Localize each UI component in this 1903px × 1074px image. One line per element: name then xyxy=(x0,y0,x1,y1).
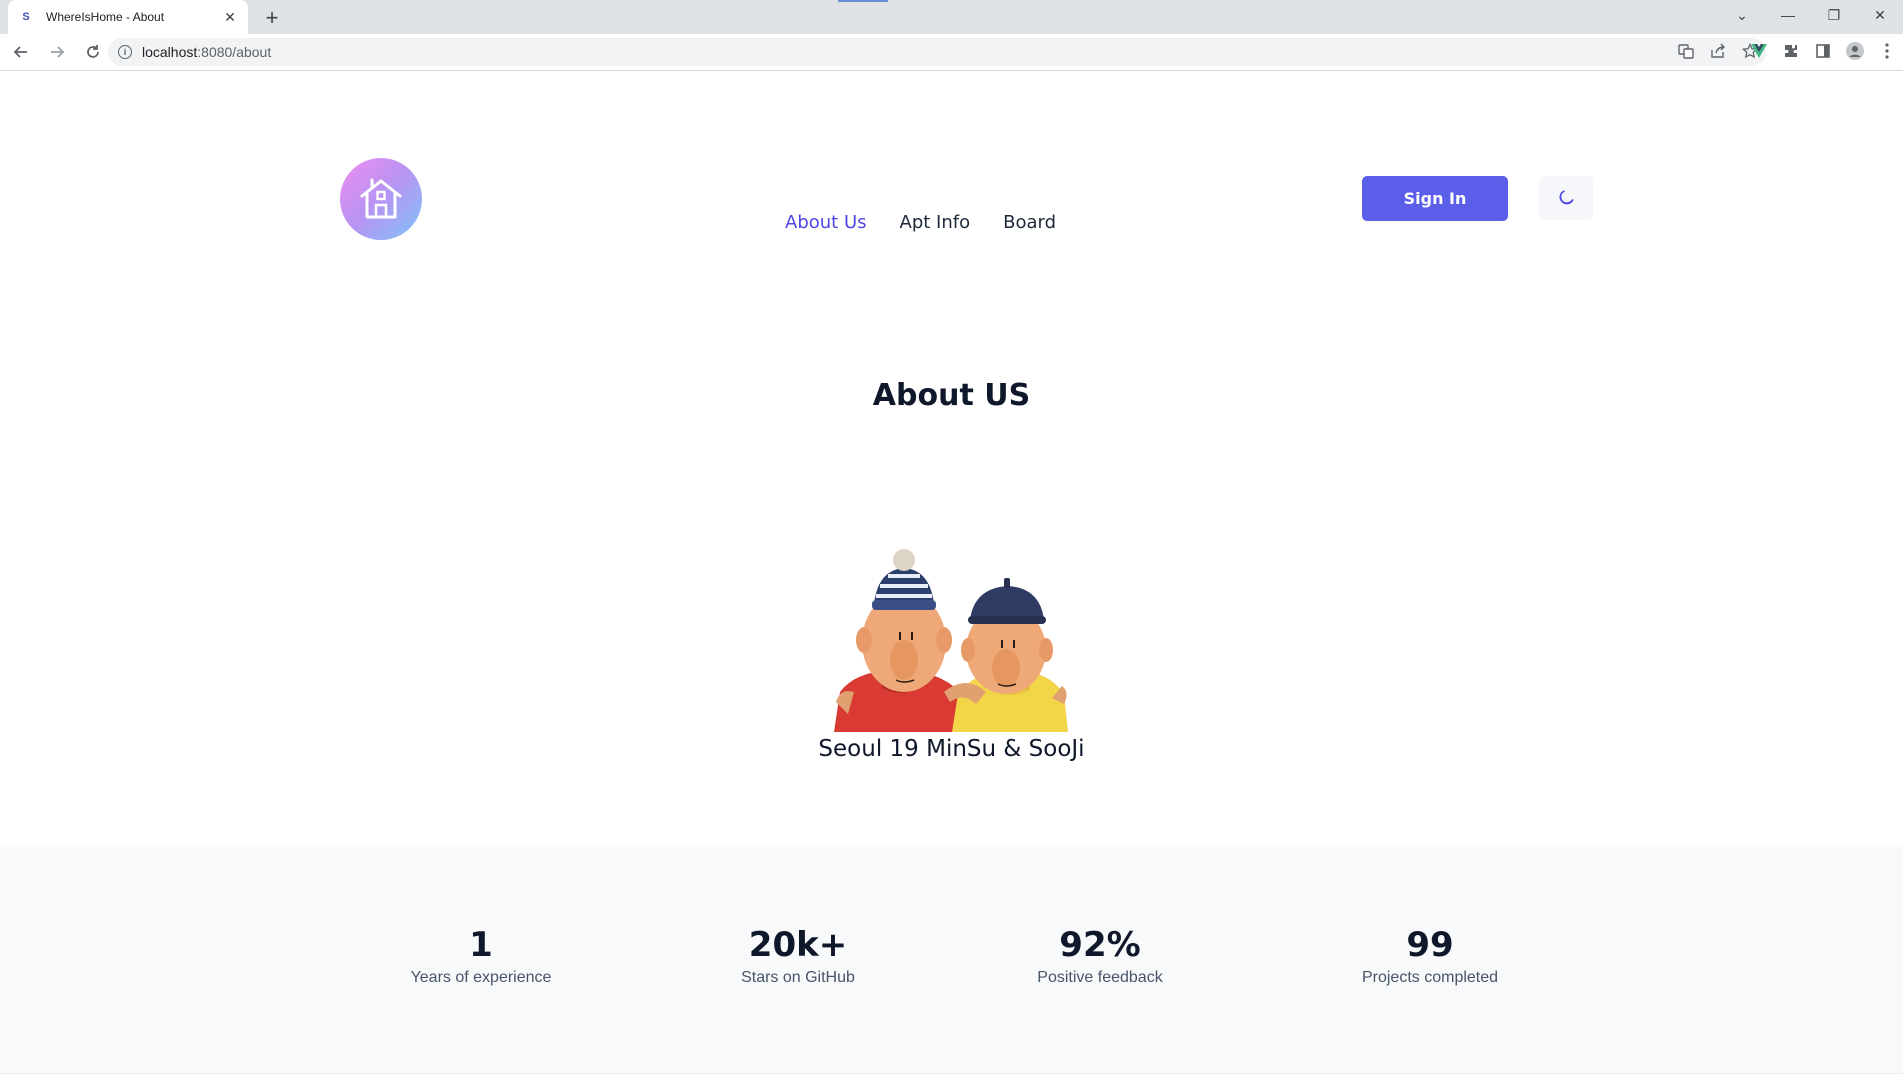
site-info-icon[interactable]: i xyxy=(118,45,132,59)
translate-icon[interactable] xyxy=(1670,43,1702,62)
stat-value: 20k+ xyxy=(748,925,848,965)
share-icon[interactable] xyxy=(1702,43,1734,62)
tab-title: WhereIsHome - About xyxy=(46,10,165,24)
site-logo[interactable] xyxy=(340,158,422,240)
back-icon[interactable] xyxy=(6,37,36,67)
favicon-icon: S xyxy=(22,11,30,23)
close-window-icon[interactable]: ✕ xyxy=(1857,7,1903,24)
nav-board[interactable]: Board xyxy=(1003,212,1056,233)
url-host: localhost xyxy=(142,44,198,60)
stat-item: 99 Projects completed xyxy=(1300,925,1560,987)
window-controls: ⌄ — ❐ ✕ xyxy=(1719,0,1903,30)
new-tab-button[interactable]: + xyxy=(260,6,284,30)
stat-label: Projects completed xyxy=(1361,969,1499,986)
team-photo xyxy=(826,542,1078,732)
stat-value: 1 xyxy=(469,925,493,965)
house-icon xyxy=(360,178,402,219)
browser-toolbar: i localhost:8080/about xyxy=(0,34,1903,71)
stat-value: 92% xyxy=(1059,925,1141,965)
extensions-icon[interactable] xyxy=(1775,43,1807,62)
tabstrip-indicator xyxy=(838,0,888,2)
side-panel-icon[interactable] xyxy=(1807,43,1839,62)
stat-label: Stars on GitHub xyxy=(741,969,855,986)
stat-value: 99 xyxy=(1406,925,1454,965)
nav-about-us[interactable]: About Us xyxy=(785,212,867,233)
browser-tab[interactable]: S WhereIsHome - About ✕ xyxy=(8,0,248,34)
profile-avatar-icon[interactable] xyxy=(1839,41,1871,63)
stat-item: 92% Positive feedback xyxy=(970,925,1230,987)
forward-icon[interactable] xyxy=(42,37,72,67)
browser-menu-icon[interactable] xyxy=(1871,42,1903,62)
url-text: localhost:8080/about xyxy=(142,44,271,60)
url-path: :8080/about xyxy=(197,44,272,60)
photo-caption: Seoul 19 MinSu & SooJi xyxy=(818,736,1085,762)
address-bar[interactable]: i localhost:8080/about xyxy=(108,38,1766,66)
theme-toggle-button[interactable] xyxy=(1539,176,1593,220)
reload-icon[interactable] xyxy=(78,37,108,67)
page-title: About US xyxy=(872,378,1031,413)
stat-item: 1 Years of experience xyxy=(351,925,611,987)
stat-label: Years of experience xyxy=(410,969,552,986)
tab-search-icon[interactable]: ⌄ xyxy=(1719,7,1765,24)
stat-item: 20k+ Stars on GitHub xyxy=(668,925,928,987)
close-tab-icon[interactable]: ✕ xyxy=(222,9,238,25)
minimize-icon[interactable]: — xyxy=(1765,7,1811,23)
stats-section: 1 Years of experience 20k+ Stars on GitH… xyxy=(0,845,1903,1074)
vue-devtools-icon[interactable] xyxy=(1743,43,1775,61)
page-content: About Us Apt Info Board Sign In About US xyxy=(0,72,1903,1074)
browser-tabstrip: S WhereIsHome - About ✕ + ⌄ — ❐ ✕ xyxy=(0,0,1903,34)
moon-icon xyxy=(1559,190,1574,205)
stat-label: Positive feedback xyxy=(1037,969,1163,986)
nav-apt-info[interactable]: Apt Info xyxy=(900,212,971,233)
sign-in-button[interactable]: Sign In xyxy=(1362,176,1508,221)
restore-icon[interactable]: ❐ xyxy=(1811,7,1857,24)
main-nav: About Us Apt Info Board xyxy=(785,212,1056,233)
